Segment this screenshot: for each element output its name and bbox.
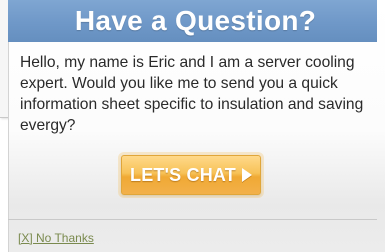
lets-chat-button[interactable]: LET'S CHAT bbox=[121, 155, 261, 195]
chat-button-label: LET'S CHAT bbox=[130, 164, 236, 185]
no-thanks-link[interactable]: [X] No Thanks bbox=[18, 231, 94, 245]
popup-header: Have a Question? bbox=[8, 0, 377, 42]
footer-divider bbox=[8, 219, 377, 220]
page-canvas: Have a Question? Hello, my name is Eric … bbox=[0, 0, 385, 252]
play-arrow-icon bbox=[241, 168, 252, 182]
popup-title: Have a Question? bbox=[74, 5, 317, 36]
popup-message: Hello, my name is Eric and I am a server… bbox=[20, 54, 364, 134]
